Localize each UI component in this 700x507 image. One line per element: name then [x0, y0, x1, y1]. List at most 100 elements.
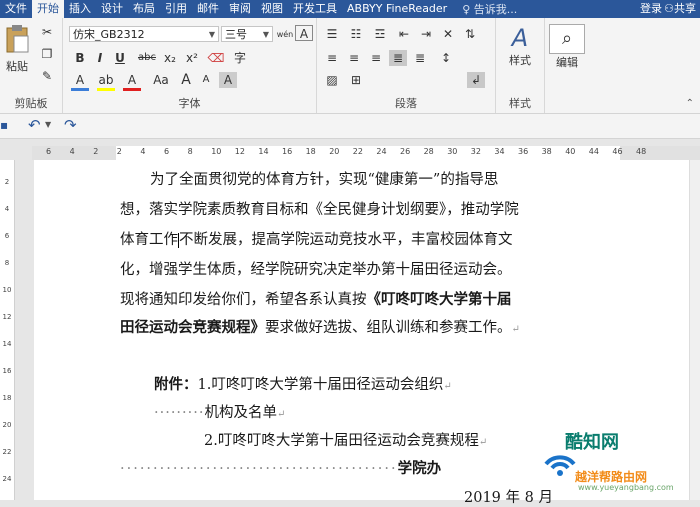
tab-home[interactable]: 开始 — [32, 0, 64, 18]
tell-me-search[interactable]: ♀ 告诉我... — [462, 1, 517, 17]
bullets-icon[interactable]: ☰ — [323, 26, 341, 42]
vertical-scrollbar[interactable] — [689, 160, 700, 500]
chinese-layout-icon[interactable]: ✕ — [439, 26, 457, 42]
clear-format-icon[interactable]: ⌫ — [207, 50, 225, 66]
search-icon: ⌕ — [549, 24, 585, 54]
align-center-icon[interactable]: ≡ — [345, 50, 363, 66]
ruler-tick-label: 28 — [423, 147, 434, 156]
ruler-tick-label: 38 — [541, 147, 552, 156]
vruler-tick-label: 22 — [2, 448, 12, 456]
font-family-dropdown[interactable]: 仿宋_GB2312 ▼ — [69, 26, 219, 42]
doc-line-6: 田径运动会竞赛规程》要求做好选拔、组队训练和参赛工作。↵ — [120, 319, 520, 336]
doc-line-2: 想，落实学院素质教育目标和《全民健身计划纲要》，推动学院 — [120, 202, 519, 218]
attachment-line-2: 2.叮咚叮咚大学第十届田径运动会竞赛规程↵ — [204, 433, 488, 449]
ruler-tick-label: 34 — [494, 147, 505, 156]
tab-abbyy[interactable]: ABBYY FineReader — [342, 0, 452, 18]
line-spacing-icon[interactable]: ↕ — [437, 50, 455, 66]
vertical-ruler[interactable]: 2 4 6 8 10 12 14 16 18 20 22 24 — [0, 160, 15, 500]
grow-font-button[interactable]: A — [177, 72, 195, 88]
align-right-icon[interactable]: ≡ — [367, 50, 385, 66]
ruler-tick-label: 4 — [69, 147, 75, 156]
editing-button[interactable]: ⌕ 编辑 — [549, 24, 585, 70]
increase-indent-icon[interactable]: ⇥ — [417, 26, 435, 42]
quick-access-toolbar: ▪ ↶ ▼ ↷ — [0, 114, 700, 139]
tab-review[interactable]: 审阅 — [224, 0, 256, 18]
styles-icon: A — [511, 24, 529, 52]
char-border-button[interactable]: A — [295, 25, 313, 41]
save-icon[interactable]: ▪ — [0, 118, 8, 132]
underline-button[interactable]: U — [111, 50, 129, 66]
justify-icon[interactable]: ≣ — [389, 50, 407, 66]
tab-file[interactable]: 文件 — [0, 0, 32, 18]
tab-references[interactable]: 引用 — [160, 0, 192, 18]
format-painter-icon[interactable]: ✎ — [38, 68, 56, 84]
cut-icon[interactable]: ✂ — [38, 24, 56, 40]
horizontal-ruler[interactable]: 6 4 2 2 4 6 8 10 12 14 16 18 20 22 24 26 28 30 32 34 36 38 40 4… — [32, 146, 700, 160]
tab-developer[interactable]: 开发工具 — [288, 0, 342, 18]
multilevel-list-icon[interactable]: ☲ — [371, 26, 389, 42]
sort-icon[interactable]: ⇅ — [461, 26, 479, 42]
strikethrough-button[interactable]: abc — [135, 50, 159, 66]
enclose-char-button[interactable]: 字 — [231, 50, 249, 66]
text-effects-button[interactable]: A — [71, 72, 89, 91]
copy-icon[interactable]: ❐ — [38, 46, 56, 62]
decrease-indent-icon[interactable]: ⇤ — [395, 26, 413, 42]
font-color-button[interactable]: A — [123, 72, 141, 91]
vruler-tick-label: 20 — [2, 421, 12, 429]
tab-design[interactable]: 设计 — [96, 0, 128, 18]
change-case-button[interactable]: Aa — [149, 72, 173, 88]
paste-button[interactable]: 粘贴 — [3, 24, 31, 74]
subscript-button[interactable]: x₂ — [161, 50, 179, 66]
tab-mailings[interactable]: 邮件 — [192, 0, 224, 18]
phonetic-guide-button[interactable]: wén — [275, 25, 295, 41]
ruler-tick-label: 20 — [329, 147, 340, 156]
align-left-icon[interactable]: ≡ — [323, 50, 341, 66]
ruler-tick-label: 30 — [447, 147, 458, 156]
shrink-font-button[interactable]: A — [197, 72, 215, 88]
font-size-dropdown[interactable]: 三号 ▼ — [221, 26, 273, 42]
signature-line: ········································… — [120, 460, 442, 477]
vruler-tick-label: 8 — [4, 259, 10, 267]
ribbon-tabs: 文件 开始 插入 设计 布局 引用 邮件 审阅 视图 开发工具 ABBYY Fi… — [0, 0, 700, 18]
tab-view[interactable]: 视图 — [256, 0, 288, 18]
ruler-tick-label: 40 — [565, 147, 576, 156]
ribbon-home: 粘贴 ✂ ❐ ✎ 剪贴板 仿宋_GB2312 ▼ 三号 ▼ wén A B I U … — [0, 18, 700, 114]
tab-layout[interactable]: 布局 — [128, 0, 160, 18]
ruler-tick-label: 36 — [518, 147, 529, 156]
ruler-tick-label: 10 — [211, 147, 222, 156]
group-clipboard: 粘贴 ✂ ❐ ✎ 剪贴板 — [0, 18, 63, 113]
italic-button[interactable]: I — [91, 50, 109, 66]
ruler-tick-label: 18 — [305, 147, 316, 156]
styles-group-label: 样式 — [509, 97, 531, 110]
share-button[interactable]: ⚇共享 — [664, 0, 696, 18]
ruler-tick-label: 22 — [352, 147, 363, 156]
bold-button[interactable]: B — [71, 50, 89, 66]
ruler-tick-label: 26 — [400, 147, 411, 156]
styles-button[interactable]: A 样式 — [502, 24, 538, 68]
char-shading-button[interactable]: A — [219, 72, 237, 88]
tab-insert[interactable]: 插入 — [64, 0, 96, 18]
login-button[interactable]: 登录 — [640, 0, 662, 18]
highlight-button[interactable]: ab — [97, 72, 115, 91]
vruler-tick-label: 4 — [4, 205, 10, 213]
ruler-tick-label: 46 — [612, 147, 623, 156]
vruler-tick-label: 10 — [2, 286, 12, 294]
attachment-line-1: 附件：1.叮咚叮咚大学第十届田径运动会组织↵ — [154, 376, 452, 393]
shading-icon[interactable]: ▨ — [323, 72, 341, 88]
redo-icon[interactable]: ↷ — [64, 116, 77, 134]
superscript-button[interactable]: x² — [183, 50, 201, 66]
numbering-icon[interactable]: ☷ — [347, 26, 365, 42]
chevron-down-icon: ▼ — [208, 30, 215, 39]
ruler-tick-label: 16 — [282, 147, 293, 156]
distributed-icon[interactable]: ≣ — [411, 50, 429, 66]
group-paragraph: ☰ ☷ ☲ ⇤ ⇥ ✕ ⇅ ≡ ≡ ≡ ≣ ≣ ↕ ▨ ⊞ ↲ 段落 — [317, 18, 496, 113]
undo-dropdown-icon[interactable]: ▼ — [45, 120, 51, 129]
doc-line-3: 体育工作不断发展，提高学院运动竞技水平，丰富校园体育文 — [120, 232, 513, 248]
borders-icon[interactable]: ⊞ — [347, 72, 365, 88]
group-font: 仿宋_GB2312 ▼ 三号 ▼ wén A B I U abc x₂ x² ⌫ 字… — [63, 18, 317, 113]
show-marks-icon[interactable]: ↲ — [467, 72, 485, 88]
vruler-tick-label: 16 — [2, 367, 12, 375]
ruler-tick-label: 6 — [164, 147, 170, 156]
collapse-ribbon-icon[interactable]: ⌃ — [686, 98, 694, 109]
undo-icon[interactable]: ↶ — [28, 116, 41, 134]
